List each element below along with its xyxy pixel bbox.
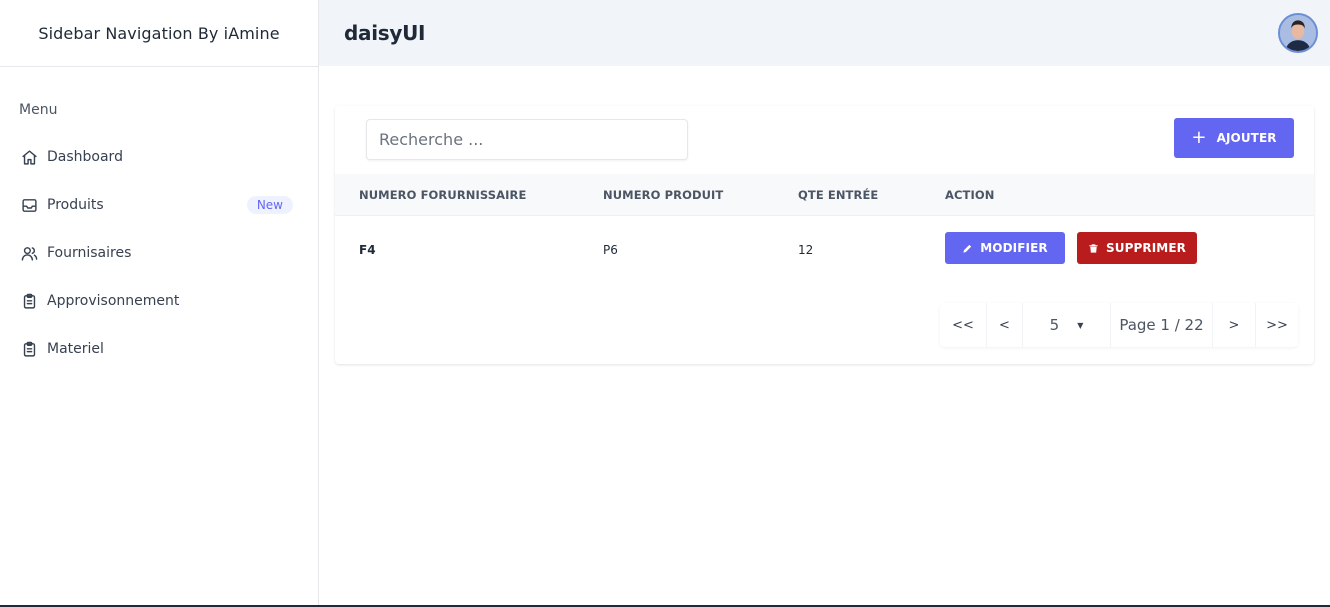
edit-button[interactable]: MODIFIER — [945, 232, 1065, 264]
clipboard-icon — [21, 293, 38, 310]
sidebar-item-fournisaires[interactable]: Fournisaires — [0, 229, 318, 277]
sidebar-item-approvisonnement[interactable]: Approvisonnement — [0, 277, 318, 325]
sidebar-nav: Dashboard Produits New Fournisaires Appr… — [0, 133, 318, 373]
sidebar-item-label: Materiel — [47, 341, 104, 357]
sidebar-item-materiel[interactable]: Materiel — [0, 325, 318, 373]
sidebar-item-produits[interactable]: Produits New — [0, 181, 318, 229]
pagination: << < 5 ▼ Page 1 / 22 > >> — [940, 303, 1298, 347]
sidebar: Sidebar Navigation By iAmine Menu Dashbo… — [0, 0, 319, 605]
column-header: QTE ENTRÉE — [798, 188, 879, 202]
column-header: ACTION — [945, 188, 995, 202]
top-header: daisyUI — [319, 0, 1330, 66]
sidebar-item-dashboard[interactable]: Dashboard — [0, 133, 318, 181]
menu-heading: Menu — [19, 102, 58, 118]
table-header: NUMERO FORURNISSAIRE NUMERO PRODUIT QTE … — [335, 174, 1314, 216]
avatar[interactable] — [1278, 13, 1318, 53]
add-button[interactable]: + AJOUTER — [1174, 118, 1294, 158]
page-size-select[interactable]: 5 ▼ — [1023, 303, 1111, 347]
prev-page-button[interactable]: < — [987, 303, 1023, 347]
app-title[interactable]: daisyUI — [344, 21, 426, 45]
column-header: NUMERO FORURNISSAIRE — [359, 188, 527, 202]
inbox-icon — [21, 197, 38, 214]
products-card: + AJOUTER NUMERO FORURNISSAIRE NUMERO PR… — [335, 106, 1314, 364]
sidebar-item-label: Dashboard — [47, 149, 123, 165]
caret-down-icon: ▼ — [1077, 320, 1084, 330]
users-icon — [21, 245, 38, 262]
clipboard-icon — [21, 341, 38, 358]
cell-qte: 12 — [798, 243, 814, 257]
pencil-icon — [963, 244, 972, 253]
sidebar-item-label: Produits — [47, 197, 104, 213]
home-icon — [21, 149, 38, 166]
cell-produit: P6 — [603, 243, 618, 257]
sidebar-brand: Sidebar Navigation By iAmine — [0, 0, 318, 67]
first-page-button[interactable]: << — [940, 303, 987, 347]
plus-icon: + — [1191, 127, 1207, 148]
edit-button-label: MODIFIER — [980, 241, 1048, 255]
delete-button-label: SUPPRIMER — [1106, 241, 1186, 255]
search-input[interactable] — [366, 119, 688, 160]
new-badge: New — [246, 196, 293, 214]
cell-fournisseur: F4 — [359, 243, 376, 257]
column-header: NUMERO PRODUIT — [603, 188, 724, 202]
page-indicator: Page 1 / 22 — [1111, 303, 1213, 347]
delete-button[interactable]: SUPPRIMER — [1077, 232, 1197, 264]
sidebar-item-label: Approvisonnement — [47, 293, 180, 309]
last-page-button[interactable]: >> — [1256, 303, 1298, 347]
trash-icon — [1089, 243, 1098, 253]
next-page-button[interactable]: > — [1213, 303, 1256, 347]
page-size-value: 5 — [1049, 316, 1060, 334]
add-button-label: AJOUTER — [1216, 131, 1277, 145]
sidebar-item-label: Fournisaires — [47, 245, 132, 261]
